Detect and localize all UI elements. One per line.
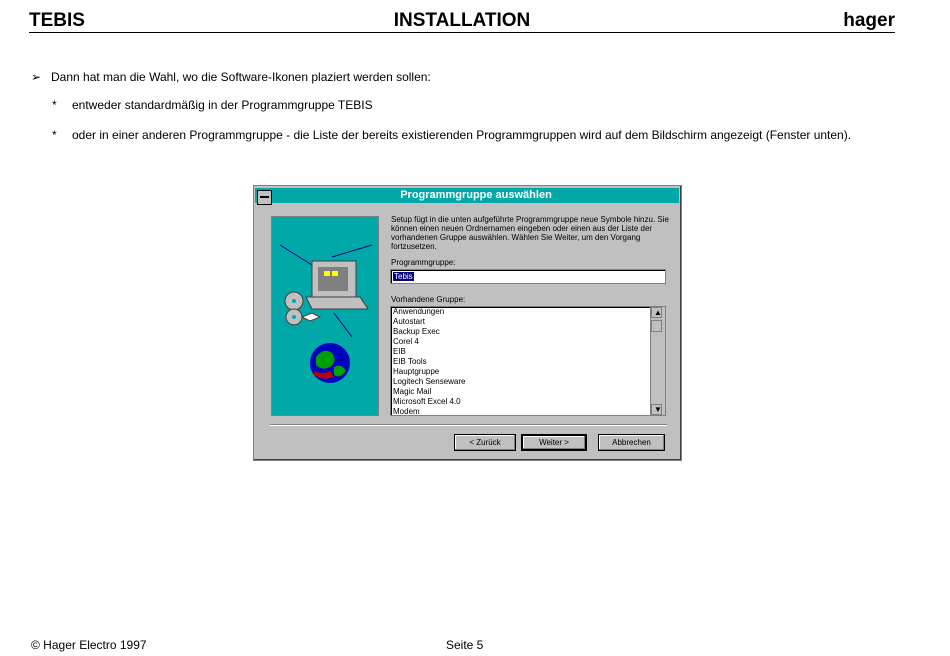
intro-bullet-icon: ➢ [31,70,42,84]
program-group-input[interactable]: Tebis [390,269,666,284]
list-item[interactable]: EIB [391,347,665,357]
system-menu-icon[interactable] [257,190,272,205]
list-item[interactable]: Logitech Senseware [391,377,665,387]
scroll-up-icon[interactable]: ▲ [651,307,662,318]
footer-page-number: Seite 5 [446,638,484,652]
list-item[interactable]: Anwendungen [391,307,665,317]
list-scrollbar[interactable]: ▲ ▼ [650,307,665,415]
dialog-separator [270,424,667,426]
footer-copyright: © Hager Electro 1997 [31,638,147,652]
dialog-info-text: Setup fügt in die unten aufgeführte Prog… [391,215,669,251]
scroll-down-icon[interactable]: ▼ [651,404,662,415]
cancel-button[interactable]: Abbrechen [598,434,665,451]
list-item[interactable]: Backup Exec [391,327,665,337]
list-item[interactable]: Modem [391,407,665,415]
list-item[interactable]: Autostart [391,317,665,327]
option-mark: * [52,98,57,112]
setup-illustration [271,216,379,416]
existing-groups-list[interactable]: Anwendungen Autostart Backup Exec Corel … [390,306,666,416]
back-button[interactable]: < Zurück [454,434,516,451]
list-item[interactable]: Magic Mail [391,387,665,397]
list-item[interactable]: Microsoft Excel 4.0 [391,397,665,407]
program-group-label: Programmgruppe: [391,258,456,267]
existing-groups-label: Vorhandene Gruppe: [391,295,466,304]
header-title: INSTALLATION [393,10,531,31]
option-text: oder in einer anderen Programmgruppe - d… [72,128,852,142]
option-mark: * [52,128,57,142]
list-item[interactable]: Hauptgruppe [391,367,665,377]
scroll-thumb[interactable] [651,320,662,332]
list-item[interactable]: Corel 4 [391,337,665,347]
program-group-dialog: Programmgruppe auswählen Setup fügt in d… [253,185,682,461]
header-brand: hager [843,10,895,31]
dialog-title: Programmgruppe auswählen [400,189,552,201]
intro-text: Dann hat man die Wahl, wo die Software-I… [51,70,431,84]
page-header: TEBIS INSTALLATION hager [29,10,895,33]
program-group-value: Tebis [393,272,414,281]
next-button[interactable]: Weiter > [521,434,587,451]
dialog-titlebar: Programmgruppe auswählen [255,188,679,205]
list-item[interactable]: EIB Tools [391,357,665,367]
option-text: entweder standardmäßig in der Programmgr… [72,98,373,112]
